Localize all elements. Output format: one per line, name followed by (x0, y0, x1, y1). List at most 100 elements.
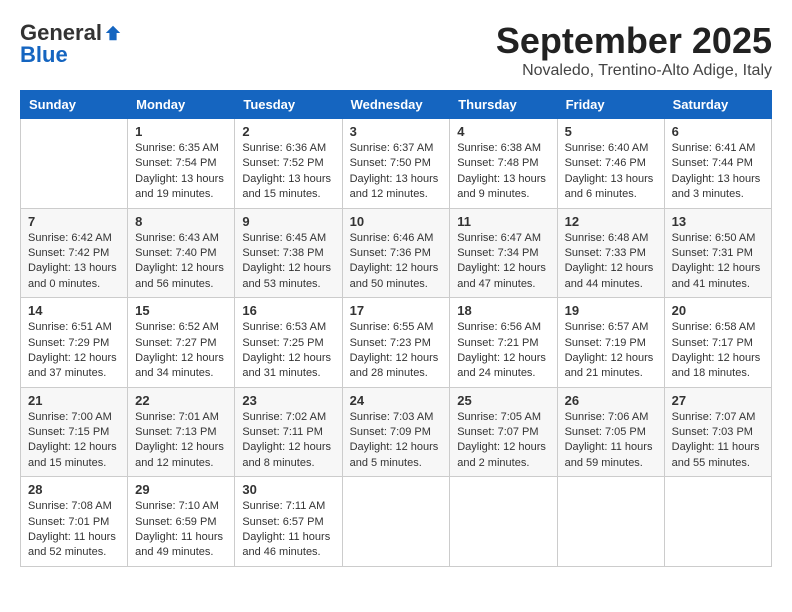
day-info: Sunrise: 6:53 AM Sunset: 7:25 PM Dayligh… (242, 320, 334, 382)
day-info: Sunrise: 6:52 AM Sunset: 7:27 PM Dayligh… (135, 320, 227, 382)
page-header: General Blue September 2025 Novaledo, Tr… (20, 20, 772, 80)
day-info: Sunrise: 6:36 AM Sunset: 7:52 PM Dayligh… (242, 141, 334, 203)
title-block: September 2025 Novaledo, Trentino-Alto A… (496, 20, 772, 80)
calendar-cell: 19 Sunrise: 6:57 AM Sunset: 7:19 PM Dayli… (557, 298, 664, 388)
day-info: Sunrise: 6:48 AM Sunset: 7:33 PM Dayligh… (565, 231, 657, 293)
weekday-header: Tuesday (235, 91, 342, 119)
day-number: 21 (28, 393, 120, 408)
calendar-week-row: 28 Sunrise: 7:08 AM Sunset: 7:01 PM Dayli… (21, 477, 772, 567)
day-info: Sunrise: 7:05 AM Sunset: 7:07 PM Dayligh… (457, 410, 549, 472)
day-number: 29 (135, 482, 227, 497)
day-number: 8 (135, 214, 227, 229)
calendar-cell (450, 477, 557, 567)
day-info: Sunrise: 6:46 AM Sunset: 7:36 PM Dayligh… (350, 231, 443, 293)
day-info: Sunrise: 6:56 AM Sunset: 7:21 PM Dayligh… (457, 320, 549, 382)
day-number: 14 (28, 303, 120, 318)
calendar-cell: 12 Sunrise: 6:48 AM Sunset: 7:33 PM Dayli… (557, 208, 664, 298)
day-number: 3 (350, 124, 443, 139)
day-info: Sunrise: 6:38 AM Sunset: 7:48 PM Dayligh… (457, 141, 549, 203)
day-info: Sunrise: 7:08 AM Sunset: 7:01 PM Dayligh… (28, 499, 120, 561)
day-info: Sunrise: 6:51 AM Sunset: 7:29 PM Dayligh… (28, 320, 120, 382)
day-number: 13 (672, 214, 764, 229)
day-info: Sunrise: 6:45 AM Sunset: 7:38 PM Dayligh… (242, 231, 334, 293)
weekday-header: Friday (557, 91, 664, 119)
day-number: 28 (28, 482, 120, 497)
day-number: 20 (672, 303, 764, 318)
calendar-cell: 23 Sunrise: 7:02 AM Sunset: 7:11 PM Dayli… (235, 387, 342, 477)
calendar-cell: 13 Sunrise: 6:50 AM Sunset: 7:31 PM Dayli… (664, 208, 771, 298)
calendar-cell: 14 Sunrise: 6:51 AM Sunset: 7:29 PM Dayli… (21, 298, 128, 388)
calendar-cell: 27 Sunrise: 7:07 AM Sunset: 7:03 PM Dayli… (664, 387, 771, 477)
weekday-header: Thursday (450, 91, 557, 119)
day-info: Sunrise: 7:07 AM Sunset: 7:03 PM Dayligh… (672, 410, 764, 472)
calendar-cell: 9 Sunrise: 6:45 AM Sunset: 7:38 PM Daylig… (235, 208, 342, 298)
calendar-cell: 26 Sunrise: 7:06 AM Sunset: 7:05 PM Dayli… (557, 387, 664, 477)
day-info: Sunrise: 7:06 AM Sunset: 7:05 PM Dayligh… (565, 410, 657, 472)
day-info: Sunrise: 6:50 AM Sunset: 7:31 PM Dayligh… (672, 231, 764, 293)
day-info: Sunrise: 6:40 AM Sunset: 7:46 PM Dayligh… (565, 141, 657, 203)
weekday-header: Saturday (664, 91, 771, 119)
calendar-cell: 5Sunrise: 6:40 AM Sunset: 7:46 PM Daylig… (557, 119, 664, 209)
calendar-cell: 21 Sunrise: 7:00 AM Sunset: 7:15 PM Dayli… (21, 387, 128, 477)
calendar-cell: 8Sunrise: 6:43 AM Sunset: 7:40 PM Daylig… (128, 208, 235, 298)
calendar-table: SundayMondayTuesdayWednesdayThursdayFrid… (20, 90, 772, 567)
calendar-cell: 10 Sunrise: 6:46 AM Sunset: 7:36 PM Dayli… (342, 208, 450, 298)
day-number: 12 (565, 214, 657, 229)
day-info: Sunrise: 6:57 AM Sunset: 7:19 PM Dayligh… (565, 320, 657, 382)
day-info: Sunrise: 6:47 AM Sunset: 7:34 PM Dayligh… (457, 231, 549, 293)
day-info: Sunrise: 6:58 AM Sunset: 7:17 PM Dayligh… (672, 320, 764, 382)
calendar-cell: 18 Sunrise: 6:56 AM Sunset: 7:21 PM Dayli… (450, 298, 557, 388)
calendar-week-row: 21 Sunrise: 7:00 AM Sunset: 7:15 PM Dayli… (21, 387, 772, 477)
day-info: Sunrise: 6:55 AM Sunset: 7:23 PM Dayligh… (350, 320, 443, 382)
calendar-cell: 15Sunrise: 6:52 AM Sunset: 7:27 PM Dayli… (128, 298, 235, 388)
calendar-cell: 17 Sunrise: 6:55 AM Sunset: 7:23 PM Dayli… (342, 298, 450, 388)
calendar-cell: 16 Sunrise: 6:53 AM Sunset: 7:25 PM Dayli… (235, 298, 342, 388)
day-number: 10 (350, 214, 443, 229)
calendar-cell: 20 Sunrise: 6:58 AM Sunset: 7:17 PM Dayli… (664, 298, 771, 388)
day-number: 27 (672, 393, 764, 408)
calendar-cell: 2Sunrise: 6:36 AM Sunset: 7:52 PM Daylig… (235, 119, 342, 209)
month-title: September 2025 (496, 20, 772, 62)
day-number: 7 (28, 214, 120, 229)
day-number: 22 (135, 393, 227, 408)
day-number: 23 (242, 393, 334, 408)
day-number: 17 (350, 303, 443, 318)
calendar-cell: 6Sunrise: 6:41 AM Sunset: 7:44 PM Daylig… (664, 119, 771, 209)
day-info: Sunrise: 7:02 AM Sunset: 7:11 PM Dayligh… (242, 410, 334, 472)
location-title: Novaledo, Trentino-Alto Adige, Italy (496, 62, 772, 80)
day-info: Sunrise: 6:37 AM Sunset: 7:50 PM Dayligh… (350, 141, 443, 203)
logo-icon (104, 24, 122, 42)
day-number: 1 (135, 124, 227, 139)
day-info: Sunrise: 7:00 AM Sunset: 7:15 PM Dayligh… (28, 410, 120, 472)
calendar-week-row: 1 Sunrise: 6:35 AM Sunset: 7:54 PM Daylig… (21, 119, 772, 209)
day-number: 4 (457, 124, 549, 139)
calendar-cell: 29Sunrise: 7:10 AM Sunset: 6:59 PM Dayli… (128, 477, 235, 567)
day-number: 11 (457, 214, 549, 229)
calendar-cell: 1 Sunrise: 6:35 AM Sunset: 7:54 PM Daylig… (128, 119, 235, 209)
calendar-cell (557, 477, 664, 567)
logo: General Blue (20, 20, 122, 68)
day-number: 16 (242, 303, 334, 318)
day-number: 24 (350, 393, 443, 408)
day-info: Sunrise: 6:35 AM Sunset: 7:54 PM Dayligh… (135, 141, 227, 203)
logo-blue-text: Blue (20, 42, 68, 68)
weekday-header: Sunday (21, 91, 128, 119)
day-number: 26 (565, 393, 657, 408)
calendar-cell (21, 119, 128, 209)
day-number: 18 (457, 303, 549, 318)
day-number: 9 (242, 214, 334, 229)
day-info: Sunrise: 7:01 AM Sunset: 7:13 PM Dayligh… (135, 410, 227, 472)
day-number: 19 (565, 303, 657, 318)
day-info: Sunrise: 7:11 AM Sunset: 6:57 PM Dayligh… (242, 499, 334, 561)
weekday-header: Wednesday (342, 91, 450, 119)
weekday-header: Monday (128, 91, 235, 119)
day-info: Sunrise: 6:41 AM Sunset: 7:44 PM Dayligh… (672, 141, 764, 203)
day-info: Sunrise: 7:03 AM Sunset: 7:09 PM Dayligh… (350, 410, 443, 472)
calendar-cell: 28 Sunrise: 7:08 AM Sunset: 7:01 PM Dayli… (21, 477, 128, 567)
calendar-cell: 30Sunrise: 7:11 AM Sunset: 6:57 PM Dayli… (235, 477, 342, 567)
calendar-cell: 24 Sunrise: 7:03 AM Sunset: 7:09 PM Dayli… (342, 387, 450, 477)
calendar-cell: 3 Sunrise: 6:37 AM Sunset: 7:50 PM Daylig… (342, 119, 450, 209)
calendar-cell: 7Sunrise: 6:42 AM Sunset: 7:42 PM Daylig… (21, 208, 128, 298)
day-number: 25 (457, 393, 549, 408)
calendar-cell: 11 Sunrise: 6:47 AM Sunset: 7:34 PM Dayli… (450, 208, 557, 298)
